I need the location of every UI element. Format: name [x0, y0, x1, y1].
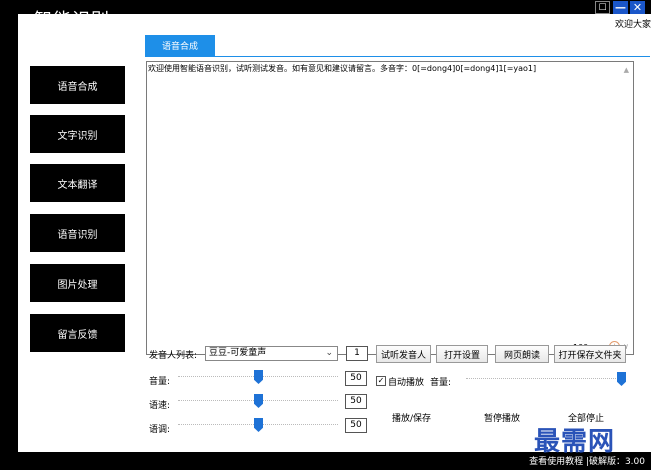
editor-text: 欢迎使用智能语音识别，试听测试发音。如有意见和建议请留言。多音字：0[=dong… — [148, 64, 537, 73]
skin-icon[interactable]: ☐ — [595, 1, 610, 14]
speed-value-field[interactable]: 50 — [345, 394, 367, 409]
sidebar-item-asr[interactable]: 语音识别 — [30, 214, 125, 252]
text-editor[interactable]: 欢迎使用智能语音识别，试听测试发音。如有意见和建议请留言。多音字：0[=dong… — [146, 61, 634, 355]
voice-selected: 豆豆-可爱童声 — [209, 348, 267, 358]
slider-track — [466, 378, 626, 380]
pitch-slider[interactable] — [178, 418, 338, 432]
voice-list-label: 发音人列表: — [149, 351, 198, 361]
sidebar-item-tts[interactable]: 语音合成 — [30, 66, 125, 104]
app-window: 智能识别 ☐ — ✕ 欢迎大家 语音合成 文字识别 文本翻译 语音识别 图片处理… — [0, 0, 651, 470]
minimize-button[interactable]: — — [613, 1, 628, 14]
slider-thumb[interactable] — [254, 418, 263, 432]
open-save-folder-button[interactable]: 打开保存文件夹 — [554, 345, 626, 363]
voice-select[interactable]: 豆豆-可爱童声 ⌄ — [205, 346, 338, 361]
speed-label: 语速: — [149, 401, 171, 411]
tab-tts[interactable]: 语音合成 — [145, 35, 215, 56]
voice-count-field[interactable]: 1 — [346, 346, 368, 361]
audition-voice-button[interactable]: 试听发音人 — [376, 345, 431, 363]
open-settings-button[interactable]: 打开设置 — [436, 345, 488, 363]
tab-underline — [145, 56, 650, 57]
sidebar-item-translate[interactable]: 文本翻译 — [30, 164, 125, 202]
slider-thumb[interactable] — [617, 372, 626, 386]
auto-volume-slider[interactable] — [466, 372, 626, 386]
pause-button[interactable]: 暂停播放 — [484, 411, 520, 424]
volume-slider[interactable] — [178, 370, 338, 384]
slider-thumb[interactable] — [254, 394, 263, 408]
pitch-label: 语调: — [149, 425, 171, 435]
auto-volume-label: 音量: — [430, 378, 452, 388]
welcome-text: 欢迎大家 — [614, 20, 651, 30]
scroll-up-icon[interactable]: ▲ — [624, 66, 629, 74]
chevron-down-icon: ⌄ — [325, 348, 333, 358]
pitch-value-field[interactable]: 50 — [345, 418, 367, 433]
volume-value-field[interactable]: 50 — [345, 371, 367, 386]
auto-play-label: 自动播放 — [388, 378, 425, 388]
auto-play-checkbox[interactable]: ✓ — [376, 376, 386, 386]
main-panel: 欢迎大家 语音合成 文字识别 文本翻译 语音识别 图片处理 留言反馈 语音合成 … — [18, 14, 651, 452]
sidebar-item-ocr[interactable]: 文字识别 — [30, 115, 125, 153]
close-button[interactable]: ✕ — [630, 1, 645, 14]
web-read-button[interactable]: 网页朗读 — [495, 345, 549, 363]
speed-slider[interactable] — [178, 394, 338, 408]
watermark: 最需网 — [534, 427, 616, 457]
sidebar-item-image[interactable]: 图片处理 — [30, 264, 125, 302]
sidebar-item-feedback[interactable]: 留言反馈 — [30, 314, 125, 352]
play-save-button[interactable]: 播放/保存 — [392, 411, 431, 424]
volume-label: 音量: — [149, 377, 171, 387]
slider-thumb[interactable] — [254, 370, 263, 384]
